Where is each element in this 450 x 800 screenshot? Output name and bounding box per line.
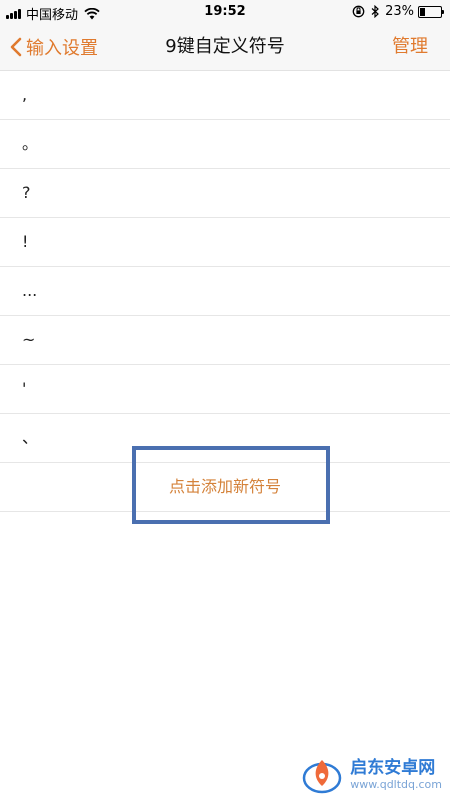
nav-bar: 输入设置 9键自定义符号 管理 [0, 24, 450, 71]
status-bar: 中国移动 19:52 23% [0, 0, 450, 24]
symbol-row[interactable]: ! [0, 218, 450, 267]
watermark: 启东安卓网 www.qdltdq.com [300, 754, 442, 794]
symbol-row[interactable]: 。 [0, 120, 450, 169]
bluetooth-icon [371, 5, 379, 18]
screen: 中国移动 19:52 23% 输入设置 9键自定义符号 管理 , 。 ? ! .… [0, 0, 450, 800]
chevron-left-icon [10, 37, 22, 57]
watermark-url: www.qdltdq.com [350, 777, 442, 791]
symbol-text: , [22, 85, 28, 104]
orientation-lock-icon [352, 5, 365, 18]
symbol-row[interactable]: 、 [0, 414, 450, 463]
symbol-text: ' [22, 379, 27, 398]
symbol-row[interactable]: ' [0, 365, 450, 414]
symbol-row[interactable]: ... [0, 267, 450, 316]
watermark-title: 启东安卓网 [350, 757, 436, 778]
symbol-row[interactable]: ~ [0, 316, 450, 365]
back-label: 输入设置 [26, 38, 98, 59]
symbol-text: ! [22, 232, 29, 251]
battery-percent: 23% [385, 4, 414, 19]
add-symbol-label: 点击添加新符号 [168, 477, 281, 496]
symbol-text: ... [22, 281, 38, 300]
battery-fill [420, 7, 425, 16]
symbol-row[interactable]: , [0, 71, 450, 120]
symbol-text: ~ [22, 330, 36, 349]
manage-button[interactable]: 管理 [392, 24, 428, 70]
symbol-text: 、 [22, 428, 39, 447]
status-right: 23% [352, 4, 444, 19]
symbol-row[interactable]: ? [0, 169, 450, 218]
symbol-list: , 。 ? ! ... ~ ' 、 点击添加新符号 [0, 71, 450, 512]
symbol-text: 。 [22, 134, 39, 153]
add-symbol-button[interactable]: 点击添加新符号 [0, 463, 450, 512]
battery-icon [418, 5, 444, 18]
watermark-logo-icon [302, 760, 342, 794]
watermark-text: 启东安卓网 www.qdltdq.com [350, 758, 442, 791]
symbol-text: ? [22, 183, 31, 202]
back-button[interactable]: 输入设置 [10, 24, 98, 70]
